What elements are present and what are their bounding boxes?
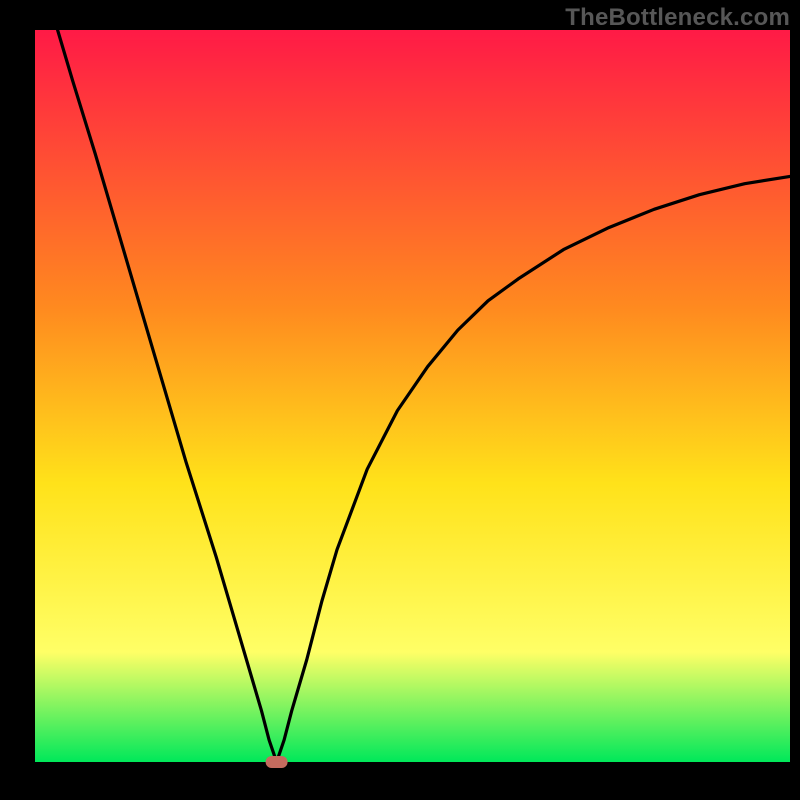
watermark-text: TheBottleneck.com bbox=[565, 4, 790, 32]
minimum-marker bbox=[266, 756, 288, 768]
chart-frame: TheBottleneck.com bbox=[0, 0, 800, 800]
chart-svg bbox=[0, 0, 800, 800]
plot-background bbox=[35, 30, 790, 762]
